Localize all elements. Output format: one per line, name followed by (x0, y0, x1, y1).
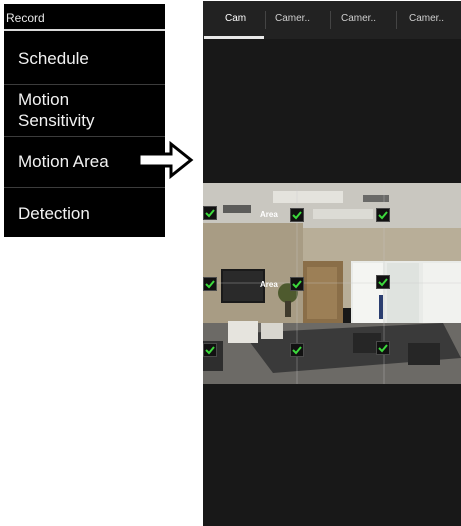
menu-item-label: Schedule (18, 49, 89, 68)
checkmark-icon[interactable] (376, 208, 390, 222)
tab-camera-1[interactable]: Cam (203, 1, 265, 39)
checkmark-icon[interactable] (203, 206, 217, 220)
menu-header: Record (4, 4, 165, 32)
tab-camera-3[interactable]: Camer.. (331, 1, 394, 39)
checkmark-icon[interactable] (203, 277, 217, 291)
menu-item-schedule[interactable]: Schedule (4, 44, 165, 84)
tab-label: Cam (225, 13, 247, 24)
menu-item-detection[interactable]: Detection (4, 188, 165, 237)
tab-camera-2[interactable]: Camer.. (266, 1, 329, 39)
checkmark-icon[interactable] (376, 341, 390, 355)
menu-item-motion-sensitivity[interactable]: Motion Sensitivity (4, 85, 165, 136)
menu-item-label: Motion Area (18, 152, 109, 171)
menu-header-label: Record (6, 11, 45, 25)
right-arrow-icon (137, 140, 194, 180)
checkmark-icon[interactable] (290, 208, 304, 222)
checkmark-icon[interactable] (290, 343, 304, 357)
menu-item-label: Motion (18, 90, 70, 109)
record-settings-menu: Record Schedule Motion Sensitivity Motio… (4, 4, 165, 237)
active-tab-indicator (204, 36, 264, 39)
motion-area-label: Area (260, 210, 278, 219)
phone-screen: Cam Camer.. Camer.. Camer.. Area Area (203, 1, 461, 526)
tab-label: Camer.. (275, 13, 311, 24)
checkmark-icon[interactable] (203, 343, 217, 357)
camera-tab-bar: Cam Camer.. Camer.. Camer.. (203, 1, 461, 39)
header-underline (4, 29, 165, 31)
motion-area-label: Area (260, 280, 278, 289)
camera-image (203, 183, 461, 384)
checkmark-icon[interactable] (290, 277, 304, 291)
menu-item-label: Sensitivity (18, 111, 95, 130)
tab-label: Camer.. (341, 13, 377, 24)
tab-camera-4[interactable]: Camer.. (397, 1, 461, 39)
tab-label: Camer.. (409, 13, 445, 24)
camera-preview[interactable]: Area Area (203, 183, 461, 384)
menu-item-label: Detection (18, 204, 90, 223)
checkmark-icon[interactable] (376, 275, 390, 289)
